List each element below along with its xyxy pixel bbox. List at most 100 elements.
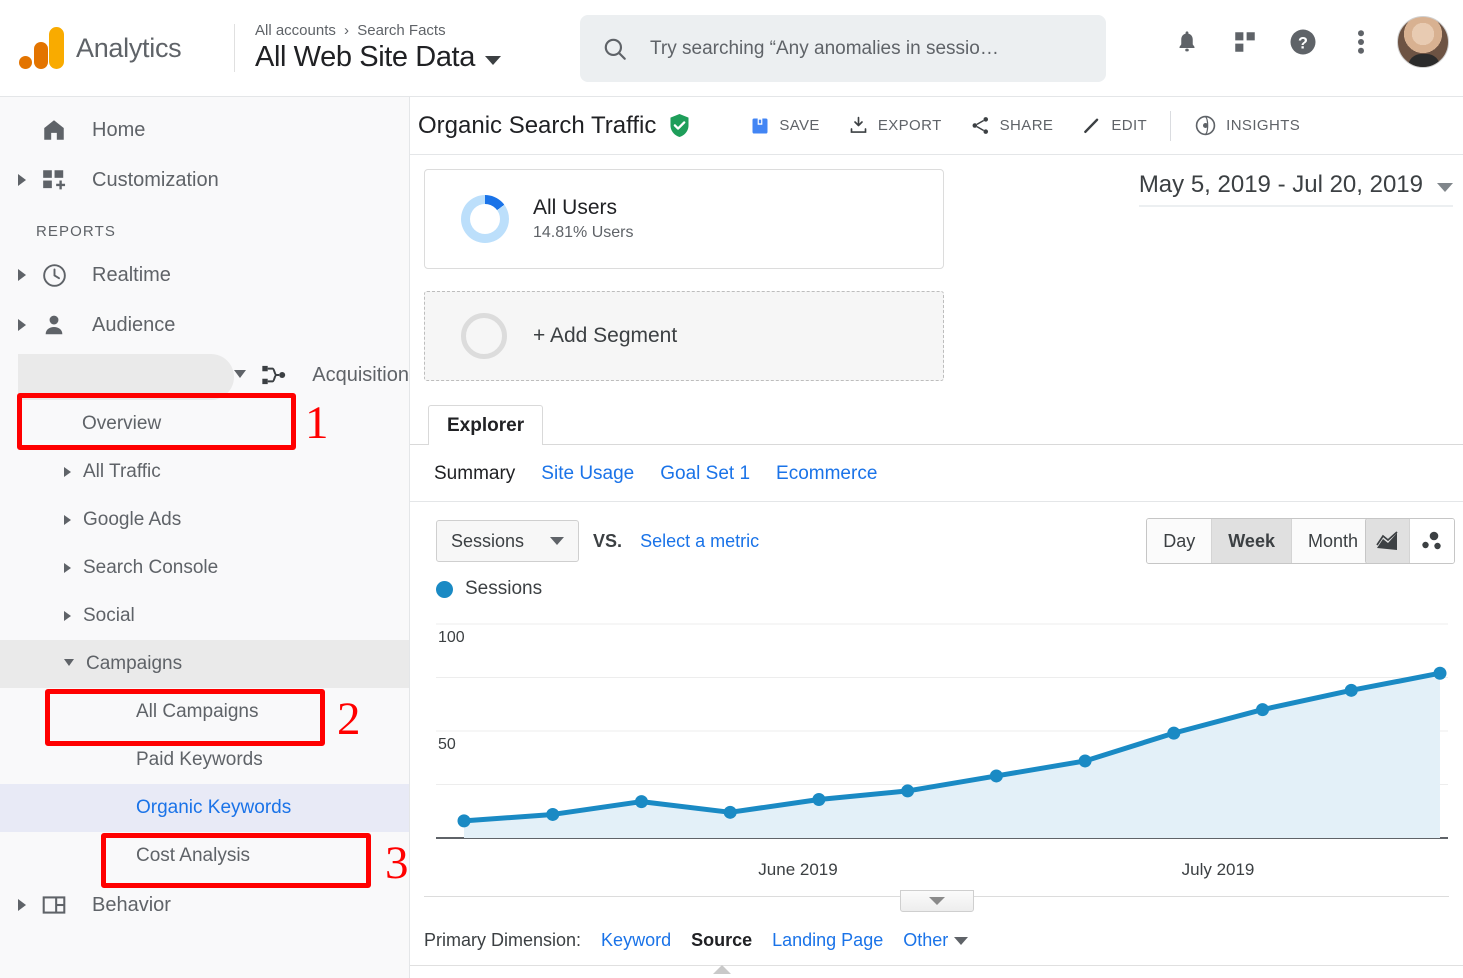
sidebar-item-organic-keywords[interactable]: Organic Keywords xyxy=(0,784,409,832)
sidebar-item-realtime[interactable]: Realtime xyxy=(0,250,409,300)
chevron-right-icon xyxy=(64,515,71,525)
global-search[interactable]: Try searching “Any anomalies in sessio… xyxy=(580,15,1106,82)
granularity-month[interactable]: Month xyxy=(1291,519,1374,563)
sidebar-item-all-traffic[interactable]: All Traffic xyxy=(0,448,409,496)
chart-type-group xyxy=(1365,518,1455,564)
sidebar-item-cost-analysis[interactable]: Cost Analysis xyxy=(0,832,409,880)
sidebar-item-home[interactable]: Home xyxy=(0,105,409,155)
chart-legend: Sessions xyxy=(410,562,1463,600)
apps-button[interactable] xyxy=(1223,20,1267,64)
svg-text:?: ? xyxy=(1298,34,1308,52)
annotation-number-2: 2 xyxy=(337,693,361,745)
export-label: EXPORT xyxy=(877,117,942,134)
breadcrumb-property[interactable]: Search Facts xyxy=(357,22,445,39)
date-range-picker[interactable]: May 5, 2019 - Jul 20, 2019 xyxy=(1138,171,1453,207)
report-header: Organic Search Traffic SAVE EXPORT SHARE… xyxy=(410,97,1463,155)
page-title: Organic Search Traffic xyxy=(418,112,691,140)
primary-dimension-row: Primary Dimension: Keyword Source Landin… xyxy=(410,916,1463,951)
dimension-landing-page[interactable]: Landing Page xyxy=(772,930,883,951)
add-segment-label: + Add Segment xyxy=(533,324,678,347)
add-segment-button[interactable]: + Add Segment xyxy=(424,291,944,381)
tab-rule xyxy=(410,444,1463,445)
chevron-right-icon xyxy=(64,467,71,477)
sidebar-item-label: Customization xyxy=(92,168,219,191)
sidebar-item-acquisition[interactable]: Acquisition xyxy=(0,350,409,400)
tab-goal-set-1[interactable]: Goal Set 1 xyxy=(660,463,750,485)
sidebar-section-reports: REPORTS xyxy=(36,223,116,240)
sidebar-item-label: Acquisition xyxy=(312,363,409,386)
share-button[interactable]: SHARE xyxy=(957,104,1067,148)
chart-collapse-handle[interactable] xyxy=(899,890,974,912)
chart-collapse-row xyxy=(410,890,1463,916)
dimension-keyword[interactable]: Keyword xyxy=(601,930,671,951)
sidebar-item-label: Behavior xyxy=(92,893,171,916)
granularity-week[interactable]: Week xyxy=(1212,519,1292,563)
save-button[interactable]: SAVE xyxy=(737,104,833,148)
sidebar-subitem-label: Cost Analysis xyxy=(136,845,251,866)
dimension-source[interactable]: Source xyxy=(691,930,752,951)
sidebar-item-label: Realtime xyxy=(92,263,171,286)
tab-summary[interactable]: Summary xyxy=(434,463,515,485)
top-bar: Analytics All accounts › Search Facts Al… xyxy=(0,0,1463,97)
shield-check-icon xyxy=(668,113,691,138)
clock-icon xyxy=(36,262,72,289)
explorer-tab-row: Explorer xyxy=(410,405,1463,445)
sidebar-item-overview[interactable]: Overview xyxy=(0,400,409,448)
chevron-down-icon xyxy=(234,369,247,384)
motion-chart-icon[interactable] xyxy=(1410,519,1454,563)
help-button[interactable]: ? xyxy=(1281,20,1325,64)
select-metric-link[interactable]: Select a metric xyxy=(640,531,759,552)
svg-text:50: 50 xyxy=(438,736,456,753)
chevron-right-icon xyxy=(18,174,26,186)
chart-x-axis: June 2019 July 2019 xyxy=(436,860,1448,888)
legend-marker xyxy=(436,580,453,598)
account-selector[interactable]: All accounts › Search Facts All Web Site… xyxy=(255,22,555,74)
sidebar-item-google-ads[interactable]: Google Ads xyxy=(0,496,409,544)
annotation-number-3: 3 xyxy=(385,837,409,889)
metric-selector[interactable]: Sessions xyxy=(436,520,580,562)
segment-percent: 14.81% Users xyxy=(533,224,634,241)
sidebar-subitem-label: Paid Keywords xyxy=(136,749,263,770)
sidebar-item-audience[interactable]: Audience xyxy=(0,300,409,350)
home-icon xyxy=(36,117,72,143)
tab-explorer[interactable]: Explorer xyxy=(428,405,544,445)
chevron-down-icon xyxy=(1437,182,1453,192)
header-divider xyxy=(234,24,235,72)
search-input[interactable]: Try searching “Any anomalies in sessio… xyxy=(650,38,999,60)
sidebar-item-behavior[interactable]: Behavior xyxy=(0,880,409,930)
person-icon xyxy=(36,312,72,338)
sidebar-item-campaigns[interactable]: Campaigns xyxy=(0,640,409,688)
edit-button[interactable]: EDIT xyxy=(1068,104,1160,148)
sidebar-item-customization[interactable]: Customization xyxy=(0,155,409,205)
notifications-button[interactable] xyxy=(1165,20,1209,64)
sidebar-item-social[interactable]: Social xyxy=(0,592,409,640)
metric-selector-value: Sessions xyxy=(451,530,525,551)
tab-ecommerce[interactable]: Ecommerce xyxy=(776,463,877,485)
sidebar-item-label: Home xyxy=(92,118,146,141)
chevron-right-icon xyxy=(18,319,26,331)
sidebar-item-search-console[interactable]: Search Console xyxy=(0,544,409,592)
granularity-day[interactable]: Day xyxy=(1147,519,1213,563)
breadcrumb-account[interactable]: All accounts xyxy=(255,22,336,39)
actions-divider xyxy=(1170,110,1172,141)
avatar[interactable] xyxy=(1397,16,1449,68)
top-bar-icons: ? xyxy=(1165,16,1449,68)
analytics-logo[interactable]: Analytics xyxy=(0,25,228,71)
tab-site-usage[interactable]: Site Usage xyxy=(541,463,634,485)
search-icon xyxy=(604,38,626,60)
sessions-chart[interactable]: 50 100 xyxy=(436,610,1448,860)
segment-all-users[interactable]: All Users 14.81% Users xyxy=(424,169,944,269)
export-button[interactable]: EXPORT xyxy=(835,104,955,148)
more-options-button[interactable] xyxy=(1339,20,1383,64)
line-chart-icon[interactable] xyxy=(1366,519,1410,563)
sidebar-subitem-label: Overview xyxy=(82,413,162,434)
logo-text: Analytics xyxy=(76,32,182,63)
date-range-value: May 5, 2019 - Jul 20, 2019 xyxy=(1138,171,1423,198)
view-name[interactable]: All Web Site Data xyxy=(255,41,555,74)
insights-label: INSIGHTS xyxy=(1226,117,1301,134)
insights-button[interactable]: INSIGHTS xyxy=(1181,104,1313,148)
chart-canvas: 50 100 xyxy=(436,623,1448,839)
sidebar-subitem-label: Search Console xyxy=(83,557,219,578)
dimension-other[interactable]: Other xyxy=(903,930,948,951)
share-label: SHARE xyxy=(999,117,1054,134)
